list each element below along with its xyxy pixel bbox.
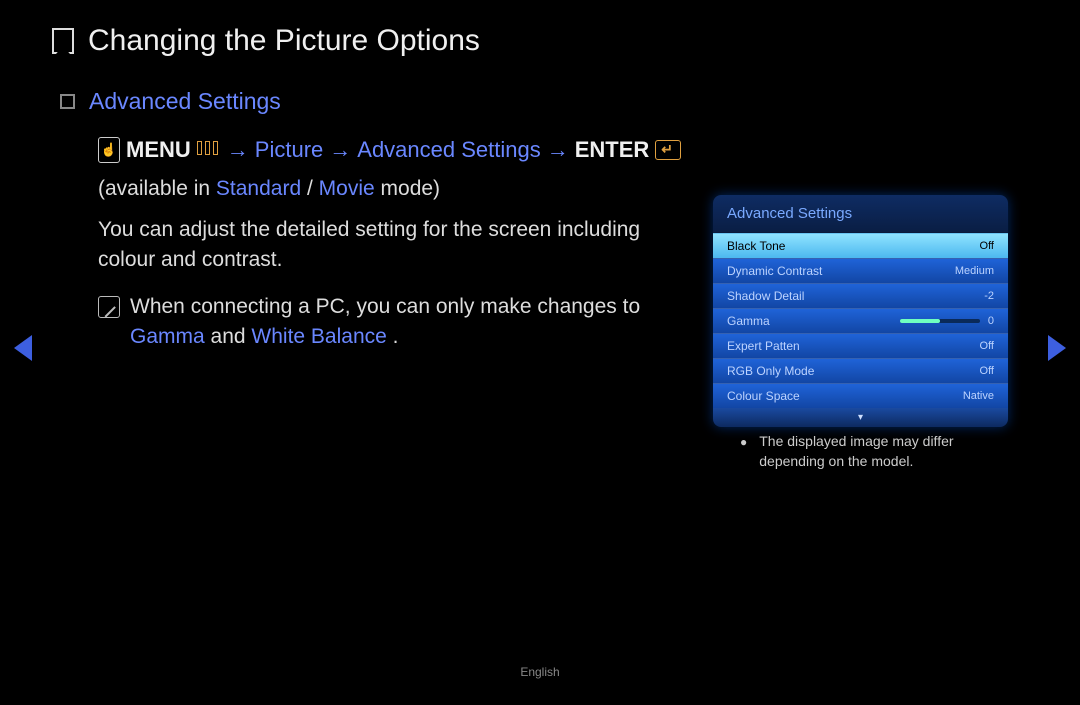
avail-sep: / xyxy=(301,177,319,200)
avail-suffix: mode) xyxy=(375,177,440,200)
panel-caption-text: The displayed image may differ depending… xyxy=(759,432,1020,471)
page-title: Changing the Picture Options xyxy=(88,24,480,58)
panel-row-label: Colour Space xyxy=(727,389,800,403)
path-advanced-settings: Advanced Settings xyxy=(357,137,540,163)
panel-row[interactable]: Expert Patten Off xyxy=(713,333,1008,358)
panel-title: Advanced Settings xyxy=(713,195,1008,233)
mode-standard: Standard xyxy=(216,177,301,200)
note-and: and xyxy=(205,325,252,348)
panel-row-value: Medium xyxy=(955,265,994,277)
bookmark-icon xyxy=(52,28,74,54)
note-white-balance: White Balance xyxy=(251,325,386,348)
panel-row-label: Shadow Detail xyxy=(727,289,804,303)
panel-row[interactable]: Dynamic Contrast Medium xyxy=(713,258,1008,283)
note-prefix: When connecting a PC, you can only make … xyxy=(130,295,640,318)
arrow-icon: → xyxy=(329,137,351,163)
slider[interactable] xyxy=(900,319,980,323)
panel-row-label: Gamma xyxy=(727,314,770,328)
panel-row-value: Native xyxy=(963,390,994,402)
arrow-icon: → xyxy=(227,137,249,163)
menu-label: MENU xyxy=(126,137,191,163)
panel-row-value: 0 xyxy=(988,315,994,327)
panel-caption: ● The displayed image may differ dependi… xyxy=(710,432,1020,471)
panel-row-value: -2 xyxy=(984,290,994,302)
description-text: You can adjust the detailed setting for … xyxy=(98,215,700,276)
panel-row-value: Off xyxy=(980,240,994,252)
language-label: English xyxy=(0,665,1080,679)
panel-row[interactable]: Gamma 0 xyxy=(713,308,1008,333)
enter-label: ENTER xyxy=(575,137,650,163)
note-text: When connecting a PC, you can only make … xyxy=(130,292,700,353)
panel-row[interactable]: Colour Space Native xyxy=(713,383,1008,408)
panel-row-label: Dynamic Contrast xyxy=(727,264,822,278)
note-gamma: Gamma xyxy=(130,325,205,348)
panel-more-indicator[interactable]: ▾ xyxy=(713,408,1008,427)
bullet-icon: ● xyxy=(710,432,747,471)
section-heading: Advanced Settings xyxy=(89,88,281,115)
panel-row-label: RGB Only Mode xyxy=(727,364,814,378)
panel-row[interactable]: Black Tone Off xyxy=(713,233,1008,258)
panel-row-value: Off xyxy=(980,365,994,377)
menu-icon xyxy=(197,141,221,159)
path-picture: Picture xyxy=(255,137,323,163)
note-suffix: . xyxy=(387,325,399,348)
hand-icon: ☝ xyxy=(98,137,120,163)
note-row: When connecting a PC, you can only make … xyxy=(98,292,700,353)
panel-row-value: Off xyxy=(980,340,994,352)
note-icon xyxy=(98,296,120,318)
avail-prefix: (available in xyxy=(98,177,216,200)
prev-page-button[interactable] xyxy=(14,335,32,361)
panel-row[interactable]: RGB Only Mode Off xyxy=(713,358,1008,383)
enter-icon xyxy=(655,140,681,160)
menu-path: ☝ MENU → Picture → Advanced Settings → E… xyxy=(98,137,700,163)
panel-row[interactable]: Shadow Detail -2 xyxy=(713,283,1008,308)
panel-row-label: Black Tone xyxy=(727,239,785,253)
mode-movie: Movie xyxy=(319,177,375,200)
availability-line: (available in Standard / Movie mode) xyxy=(98,177,700,201)
next-page-button[interactable] xyxy=(1048,335,1066,361)
arrow-icon: → xyxy=(547,137,569,163)
settings-panel: Advanced Settings Black Tone Off Dynamic C… xyxy=(713,195,1008,427)
square-bullet-icon xyxy=(60,94,75,109)
panel-row-label: Expert Patten xyxy=(727,339,800,353)
